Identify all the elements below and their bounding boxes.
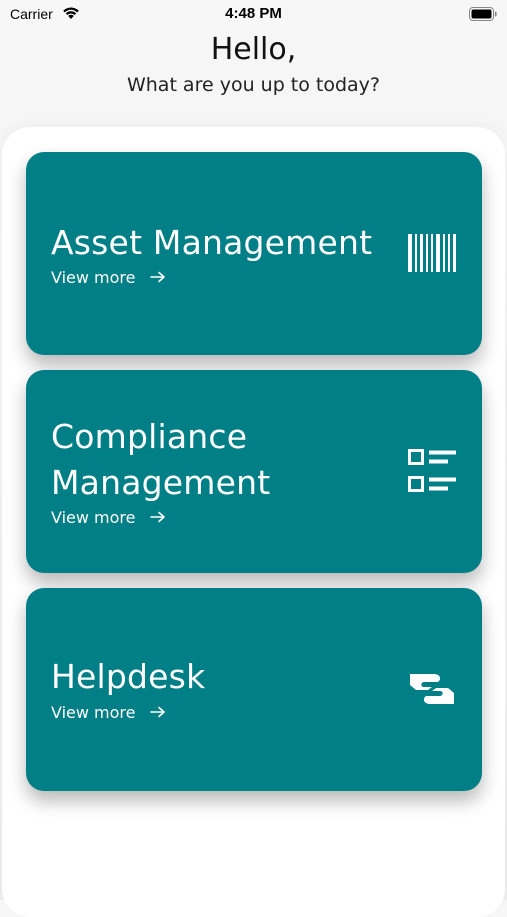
greeting-subtitle: What are you up to today? [126,74,381,96]
barcode-icon [408,234,456,276]
helpdesk-card[interactable]: Helpdesk View more [26,588,482,791]
card-title-line: Asset Management [51,223,373,262]
view-more-label: View more [51,703,136,722]
greeting-title: Hello, [210,32,297,67]
compliance-management-card[interactable]: Compliance Management View more [26,370,482,573]
view-more-link[interactable]: View more [51,268,166,288]
battery-icon [469,6,497,25]
handshake-icon [408,668,456,714]
view-more-link[interactable]: View more [51,703,166,723]
arrow-right-icon [149,508,166,528]
asset-management-card[interactable]: Asset Management View more [26,152,482,355]
checklist-icon [408,449,458,497]
view-more-label: View more [51,508,136,527]
card-title-line: Management [51,463,271,502]
view-more-link[interactable]: View more [51,508,166,528]
arrow-right-icon [149,703,166,723]
card-title: Compliance Management [51,414,270,506]
status-bar: Carrier 4:48 PM [0,0,507,28]
status-time: 4:48 PM [225,5,282,22]
card-title-line: Helpdesk [51,657,206,696]
card-title: Asset Management [51,220,372,266]
arrow-right-icon [149,268,166,288]
greeting-header: Hello, What are you up to today? [0,30,507,98]
card-title: Helpdesk [51,654,205,700]
view-more-label: View more [51,268,136,287]
card-title-line: Compliance [51,417,248,456]
